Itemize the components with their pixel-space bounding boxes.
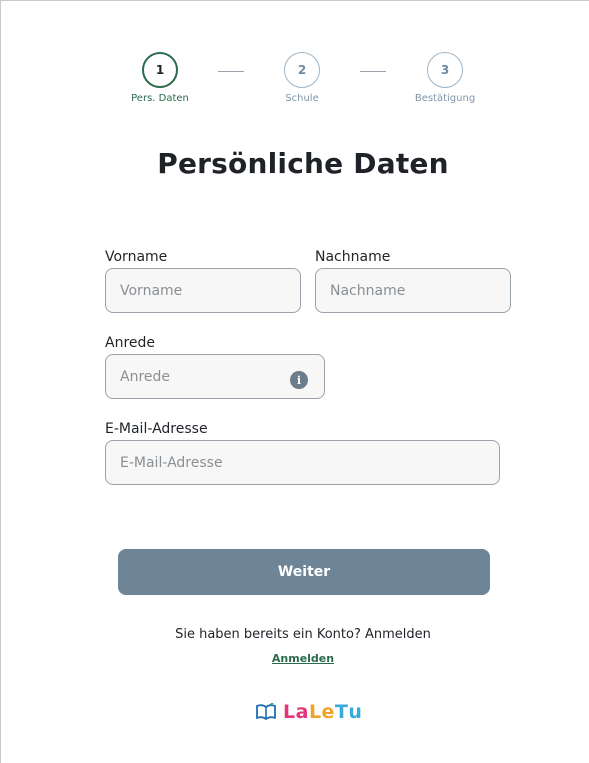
email-input[interactable]: E-Mail-Adresse <box>105 440 500 485</box>
step-1-circle: 1 <box>142 52 178 88</box>
logo-letter: T <box>334 701 349 723</box>
email-placeholder: E-Mail-Adresse <box>120 454 223 471</box>
firstname-input[interactable]: Vorname <box>105 268 301 313</box>
lalatu-logo: LaLeTu <box>255 701 362 723</box>
lastname-input[interactable]: Nachname <box>315 268 511 313</box>
step-2-label: Schule <box>285 93 319 104</box>
login-link[interactable]: Anmelden <box>1 652 589 665</box>
step-2-circle: 2 <box>284 52 320 88</box>
step-2-number: 2 <box>297 63 307 77</box>
info-icon[interactable]: i <box>290 371 308 389</box>
page-frame: 1 Pers. Daten 2 Schule 3 Bestätigung Per… <box>0 0 589 763</box>
page-title: Persönliche Daten <box>157 147 449 180</box>
salutation-label: Anrede <box>105 335 156 351</box>
step-3-label: Bestätigung <box>414 93 476 104</box>
lastname-placeholder: Nachname <box>330 282 406 299</box>
step-connector <box>218 71 244 72</box>
step-1-number: 1 <box>155 63 165 77</box>
logo-letter: L <box>283 701 296 723</box>
account-prompt: Sie haben bereits ein Konto? Anmelden <box>175 627 431 642</box>
logo-letter: L <box>308 701 322 723</box>
book-icon <box>256 703 276 720</box>
email-label: E-Mail-Adresse <box>105 421 208 437</box>
firstname-placeholder: Vorname <box>120 282 183 299</box>
weiter-button[interactable]: Weiter <box>118 549 490 595</box>
logo-letter: e <box>321 701 335 723</box>
logo-wordmark: LaLeTu <box>283 701 362 723</box>
step-1-label: Pers. Daten <box>131 93 189 104</box>
step-3-circle: 3 <box>427 52 463 88</box>
salutation-placeholder: Anrede <box>120 368 171 385</box>
lastname-label: Nachname <box>315 249 391 265</box>
step-connector <box>360 71 386 72</box>
step-3-number: 3 <box>440 63 450 77</box>
logo-letter: u <box>348 701 363 723</box>
firstname-label: Vorname <box>105 249 168 265</box>
logo-letter: a <box>295 701 309 723</box>
